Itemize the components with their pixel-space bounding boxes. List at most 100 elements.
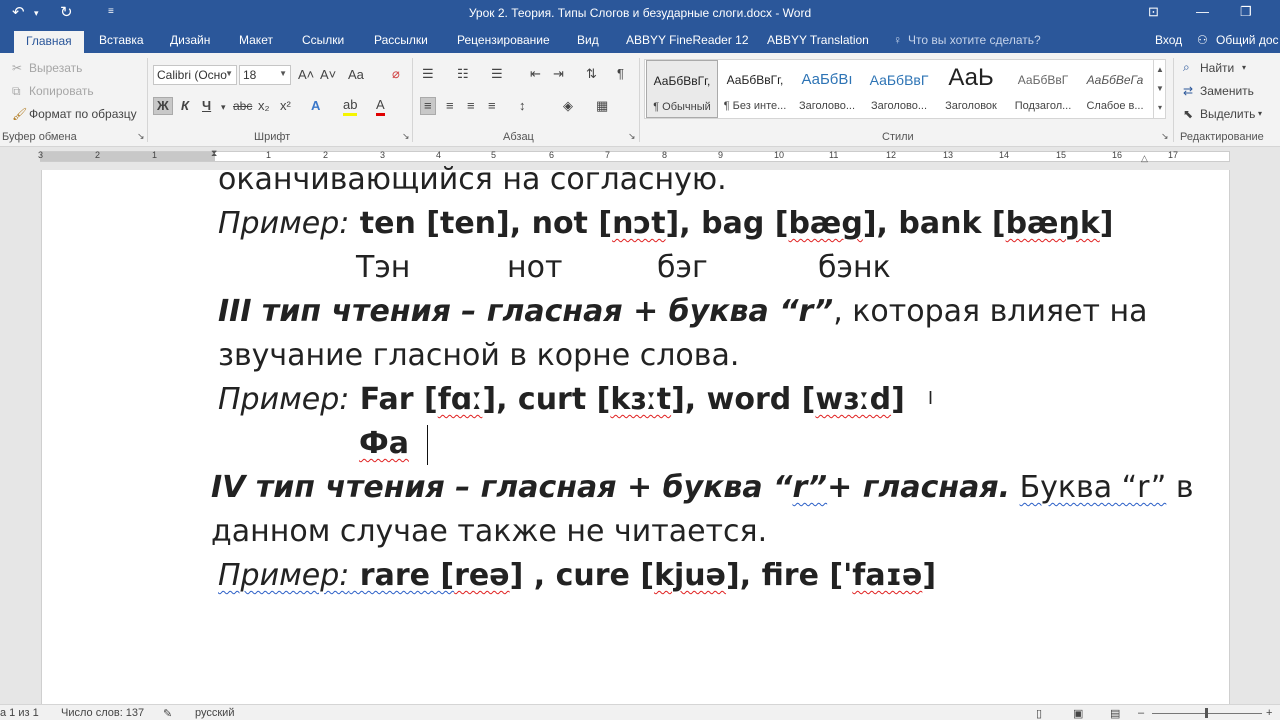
style-sample: АаБбВвГ (869, 72, 929, 88)
document-page[interactable] (41, 170, 1230, 704)
ruler-track[interactable] (40, 151, 1230, 162)
minimize-icon[interactable]: — (1196, 4, 1209, 19)
styles-launcher-icon[interactable]: ↘ (1161, 131, 1169, 142)
proofing-icon[interactable]: ✎ (163, 707, 172, 720)
zoom-out-icon[interactable]: – (1138, 707, 1144, 719)
style-title[interactable]: АаЬ Заголовок (935, 60, 1007, 118)
share-button[interactable]: Общий дос (1216, 33, 1279, 47)
tab-view[interactable]: Вид (577, 33, 599, 47)
text-effects-button[interactable]: A (311, 98, 320, 114)
style-name: Заголово... (798, 100, 856, 112)
font-size-combo[interactable]: 18 ▼ (239, 65, 291, 85)
transcription: faɪə (852, 558, 923, 593)
tab-design[interactable]: Дизайн (170, 33, 210, 47)
style-name: Заголово... (870, 100, 928, 112)
tab-home[interactable]: Главная (14, 31, 84, 53)
ribbon-tabs: Главная Вставка Дизайн Макет Ссылки Расс… (0, 28, 1280, 53)
bold-button[interactable]: Ж (153, 97, 173, 115)
transcription: fɑː (437, 382, 483, 417)
style-heading-1[interactable]: АаБбВı Заголово... (791, 60, 863, 118)
chevron-down-icon[interactable]: ▾ (1258, 109, 1262, 118)
font-launcher-icon[interactable]: ↘ (402, 131, 410, 142)
align-center-icon[interactable]: ≡ (446, 98, 454, 114)
style-no-spacing[interactable]: АаБбВвГг, ¶ Без инте... (719, 60, 791, 118)
font-color-button[interactable]: A (376, 97, 385, 116)
russian-word: нот (507, 250, 563, 285)
read-mode-icon[interactable]: ▯ (1036, 707, 1042, 720)
word-count[interactable]: Число слов: 137 (61, 707, 144, 719)
numbering-icon[interactable]: ☷ (457, 66, 469, 82)
tab-layout[interactable]: Макет (239, 33, 273, 47)
align-right-icon[interactable]: ≡ (467, 98, 475, 114)
indent-marker-icon[interactable]: ⧗ (211, 148, 217, 159)
font-name-combo[interactable]: Calibri (Осно ▼ (153, 65, 237, 85)
subscript-button[interactable]: x₂ (258, 98, 270, 114)
style-sample: АаБбВвГг, (653, 74, 711, 88)
justify-icon[interactable]: ≡ (488, 98, 496, 114)
sort-icon[interactable]: ⇅ (586, 66, 597, 82)
change-case-button[interactable]: Aa (348, 67, 364, 83)
cut-button[interactable]: Вырезать (29, 61, 82, 75)
italic-button[interactable]: К (181, 98, 189, 114)
highlight-button[interactable]: ab (343, 97, 358, 116)
style-subtitle[interactable]: АаБбВвГ Подзагол... (1007, 60, 1079, 118)
tab-abbyy-translation[interactable]: ABBYY Translation (767, 33, 869, 47)
tab-references[interactable]: Ссылки (302, 33, 344, 47)
web-layout-icon[interactable]: ▤ (1110, 707, 1120, 720)
multilevel-list-icon[interactable]: ☰ (491, 66, 503, 82)
select-icon: ⬉ (1183, 107, 1194, 121)
increase-indent-icon[interactable]: ⇥ (553, 66, 564, 82)
tab-review[interactable]: Рецензирование (457, 33, 550, 47)
ribbon-display-icon[interactable]: ⊡ (1148, 4, 1159, 20)
zoom-thumb[interactable] (1205, 708, 1208, 718)
replace-button[interactable]: Заменить (1200, 84, 1254, 98)
line-spacing-icon[interactable]: ↕ (519, 98, 526, 114)
chevron-down-icon[interactable]: ▾ (221, 99, 226, 115)
shading-icon[interactable]: ◈ (563, 98, 573, 114)
grow-font-button[interactable]: A˄ (298, 67, 314, 83)
transcription: kjuə (654, 558, 727, 593)
decrease-indent-icon[interactable]: ⇤ (530, 66, 541, 82)
style-name: Подзагол... (1014, 100, 1072, 112)
styles-scroll[interactable]: ▲ ▼ ▾ (1153, 60, 1166, 118)
tab-insert[interactable]: Вставка (99, 33, 144, 47)
paragraph-group-label: Абзац (503, 131, 534, 143)
clear-formatting-icon[interactable]: ⌀ (392, 66, 400, 82)
transcription: wɜːd (815, 382, 892, 417)
strikethrough-button[interactable]: abc (233, 98, 252, 114)
copy-button[interactable]: Копировать (29, 84, 94, 98)
tell-me-input[interactable]: Что вы хотите сделать? (908, 33, 1041, 47)
doc-line: данном случае также не читается. (211, 514, 768, 549)
bullets-icon[interactable]: ☰ (422, 66, 434, 82)
shrink-font-button[interactable]: A˅ (320, 67, 336, 83)
sign-in-link[interactable]: Вход (1155, 33, 1182, 47)
underline-button[interactable]: Ч (202, 98, 211, 114)
style-heading-2[interactable]: АаБбВвГ Заголово... (863, 60, 935, 118)
style-subtle-emphasis[interactable]: АаБбВеГа Слабое в... (1079, 60, 1151, 118)
chevron-down-icon[interactable]: ▾ (1242, 63, 1246, 72)
ruler-tick: 2 (95, 150, 101, 160)
print-layout-icon[interactable]: ▣ (1073, 707, 1083, 720)
find-button[interactable]: Найти (1200, 61, 1234, 75)
clipboard-launcher-icon[interactable]: ↘ (137, 131, 145, 142)
align-left-icon[interactable]: ≡ (420, 97, 436, 115)
paragraph-launcher-icon[interactable]: ↘ (628, 131, 636, 142)
ruler-tick: 16 (1112, 150, 1123, 160)
borders-icon[interactable]: ▦ (596, 98, 608, 114)
doc-line: IV тип чтения – гласная + буква “r”+ гла… (211, 470, 1194, 506)
superscript-button[interactable]: x² (280, 98, 291, 114)
tab-mailings[interactable]: Рассылки (374, 33, 428, 47)
right-indent-marker-icon[interactable]: △ (1141, 153, 1148, 164)
tab-abbyy-finereader[interactable]: ABBYY FineReader 12 (626, 33, 749, 47)
style-normal[interactable]: АаБбВвГг, ¶ Обычный (646, 60, 718, 118)
status-bar: а 1 из 1 Число слов: 137 ✎ русский ▯ ▣ ▤… (0, 704, 1280, 720)
language[interactable]: русский (195, 707, 234, 719)
select-button[interactable]: Выделить (1200, 107, 1255, 121)
style-sample: АаЬ (948, 64, 994, 91)
restore-icon[interactable]: ❐ (1240, 4, 1252, 20)
format-painter-button[interactable]: Формат по образцу (29, 107, 137, 121)
page-count[interactable]: а 1 из 1 (0, 707, 39, 719)
show-formatting-icon[interactable]: ¶ (617, 66, 624, 82)
example-label: Пример: (218, 558, 350, 593)
zoom-in-icon[interactable]: + (1266, 707, 1272, 719)
